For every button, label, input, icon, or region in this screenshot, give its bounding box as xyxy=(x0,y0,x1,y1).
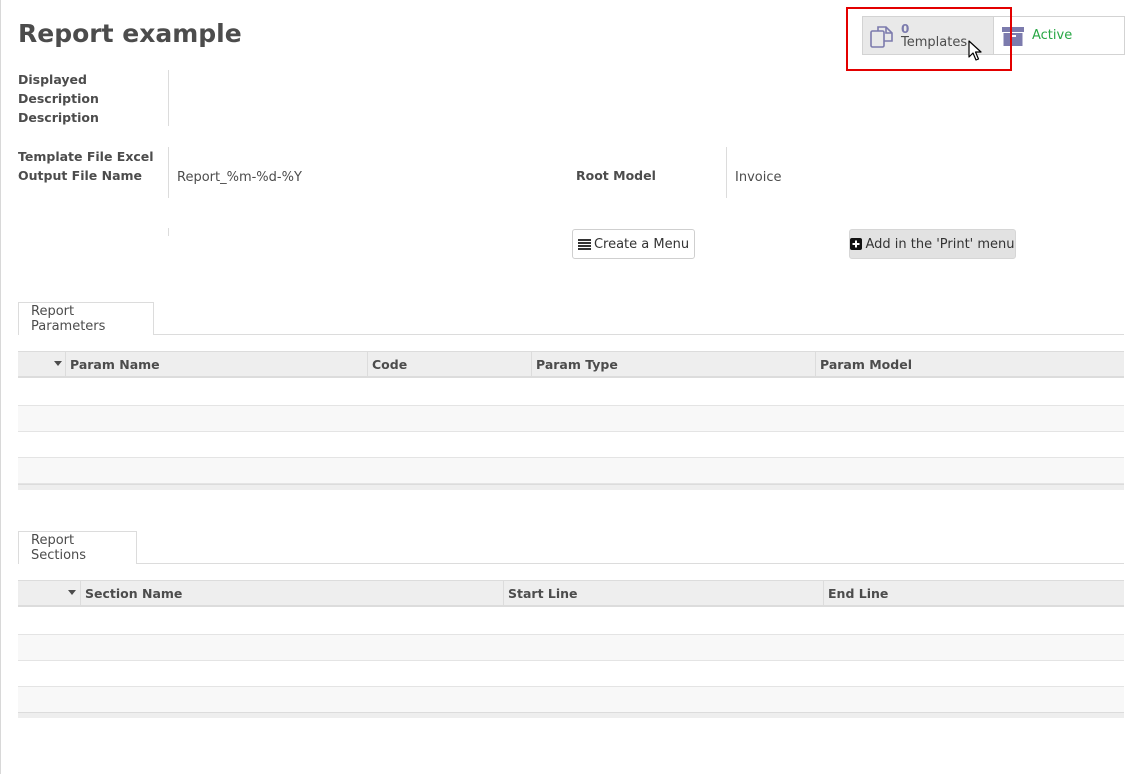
root-model-label: Root Model xyxy=(576,168,656,183)
copy-icon xyxy=(870,25,893,48)
table-row[interactable] xyxy=(18,458,1124,484)
column-code[interactable]: Code xyxy=(367,352,531,377)
parameters-table-header: Param Name Code Param Type Param Model xyxy=(18,351,1124,378)
column-start-line[interactable]: Start Line xyxy=(503,581,823,606)
root-model-value[interactable]: Invoice xyxy=(735,170,781,185)
smart-button-box: 0 Templates Active xyxy=(862,16,1125,55)
active-toggle-button[interactable]: Active xyxy=(994,17,1124,54)
tab-report-sections[interactable]: Report Sections xyxy=(18,531,137,564)
field-divider xyxy=(168,228,169,236)
mouse-cursor-icon xyxy=(968,40,982,61)
table-row[interactable] xyxy=(18,380,1124,406)
table-row[interactable] xyxy=(18,635,1124,661)
table-footer xyxy=(18,484,1124,490)
table-row[interactable] xyxy=(18,406,1124,432)
field-divider xyxy=(726,147,727,198)
add-print-menu-button[interactable]: Add in the 'Print' menu xyxy=(849,229,1016,259)
left-border xyxy=(0,0,1,774)
tab-underline xyxy=(18,563,1124,564)
archive-icon xyxy=(1002,26,1024,46)
tab-report-parameters[interactable]: Report Parameters xyxy=(18,302,154,335)
field-divider xyxy=(168,147,169,198)
list-icon xyxy=(577,238,591,250)
template-file-value[interactable]: Report_%m-%d-%Y xyxy=(177,170,302,185)
page-title: Report example xyxy=(18,19,242,48)
plus-square-icon xyxy=(850,238,863,250)
column-param-model[interactable]: Param Model xyxy=(815,352,1124,377)
sections-table-header: Section Name Start Line End Line xyxy=(18,580,1124,607)
table-row[interactable] xyxy=(18,432,1124,458)
table-footer xyxy=(18,712,1124,718)
templates-label: Templates xyxy=(901,34,968,50)
create-menu-button[interactable]: Create a Menu xyxy=(572,229,695,259)
tab-underline xyxy=(18,334,1124,335)
sort-caret-icon[interactable] xyxy=(54,361,62,366)
add-print-menu-label: Add in the 'Print' menu xyxy=(865,236,1015,252)
template-file-label: Template File Excel Output File Name xyxy=(18,149,154,183)
column-end-line[interactable]: End Line xyxy=(823,581,1124,606)
table-row[interactable] xyxy=(18,687,1124,713)
field-divider xyxy=(168,70,169,126)
table-row[interactable] xyxy=(18,661,1124,687)
column-section-name[interactable]: Section Name xyxy=(80,581,503,606)
templates-count: 0 xyxy=(901,21,910,36)
sort-caret-icon[interactable] xyxy=(68,590,76,595)
displayed-description-label: Displayed Description Description xyxy=(18,72,99,125)
active-label: Active xyxy=(1032,28,1073,43)
table-row[interactable] xyxy=(18,609,1124,635)
column-param-type[interactable]: Param Type xyxy=(531,352,815,377)
column-param-name[interactable]: Param Name xyxy=(65,352,367,377)
create-menu-label: Create a Menu xyxy=(593,236,690,252)
